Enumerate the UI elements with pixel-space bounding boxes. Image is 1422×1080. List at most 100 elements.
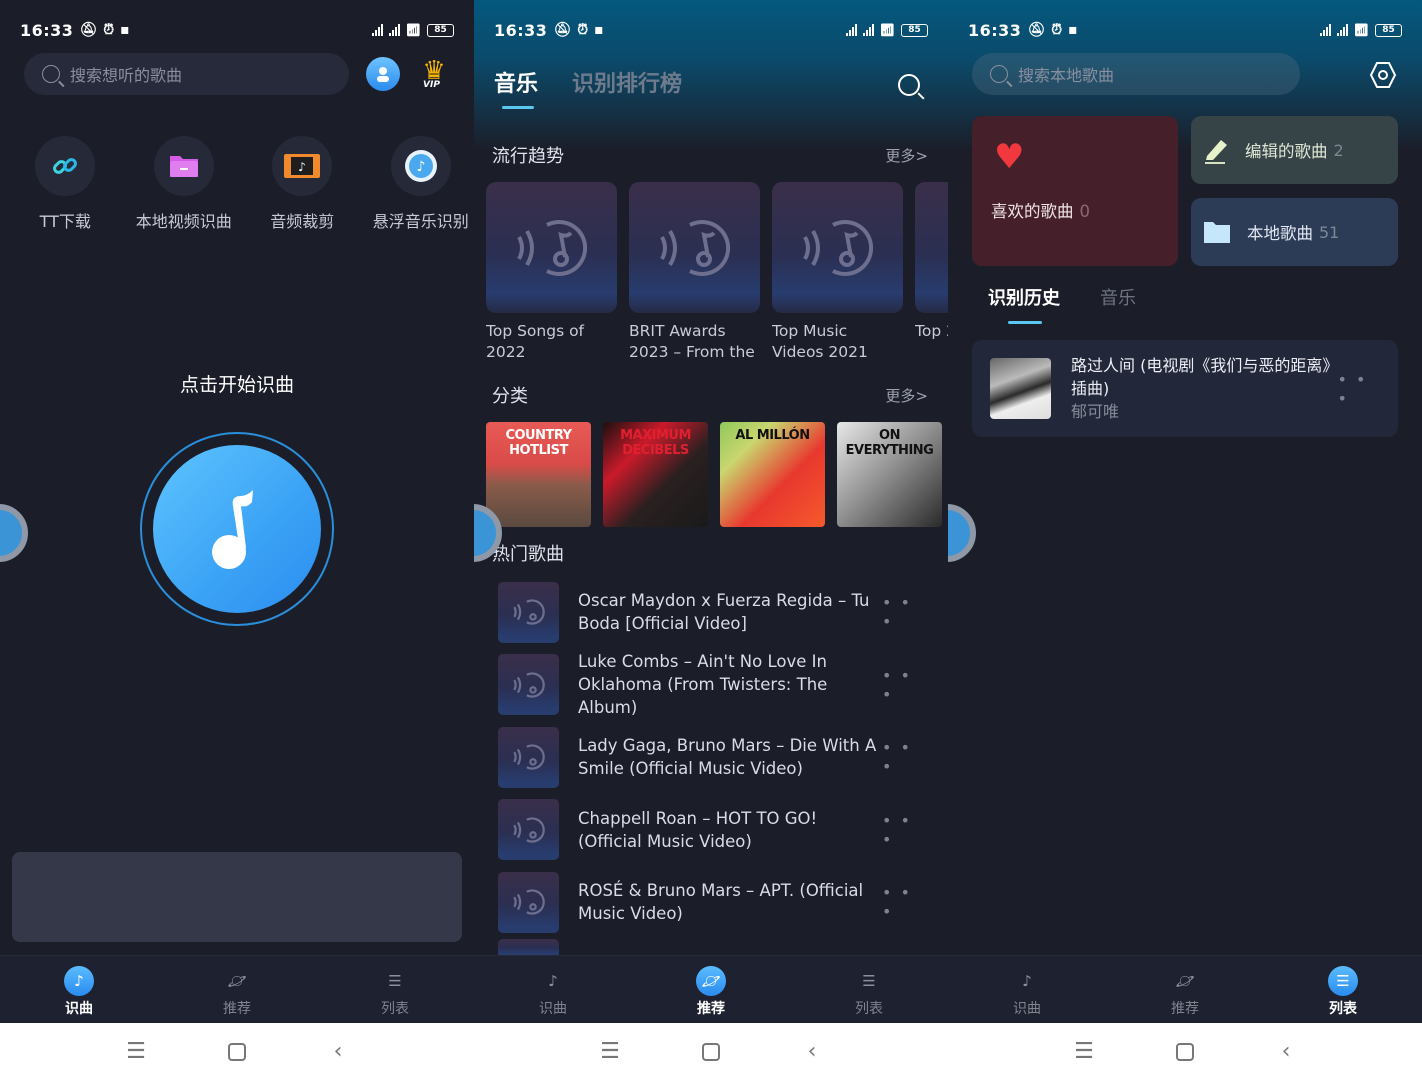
list-tabs: 识别历史 音乐 (988, 284, 1136, 310)
placeholder-music-icon (498, 581, 559, 643)
mute-icon: 🔕︎ (79, 22, 98, 38)
trending-card[interactable]: Top 2021 (915, 182, 948, 363)
recognize-button[interactable] (140, 432, 334, 626)
category-card[interactable]: COUNTRY HOTLIST (486, 422, 591, 527)
trending-card[interactable]: Top Music Videos 2021 (772, 182, 903, 363)
status-bar: 16:33 🔕︎ ⏰︎ ▪ 📶︎ 85 (474, 0, 948, 60)
menu-icon[interactable]: ☰ (1072, 1039, 1096, 1064)
ad-banner[interactable] (12, 852, 462, 942)
tab-list[interactable]: ☰ 列表 (1264, 956, 1422, 1023)
category-card[interactable]: AL MILLÓN (720, 422, 825, 527)
song-row[interactable]: ROSÉ & Bruno Mars – APT. (Official Music… (498, 866, 928, 939)
song-title: Lady Gaga, Bruno Mars – Die With A Smile… (578, 736, 877, 779)
history-title: 路过人间 (电视剧《我们与恶的距离》插曲) (1071, 355, 1331, 398)
card-count: 51 (1319, 222, 1340, 242)
tab-history[interactable]: 识别历史 (988, 284, 1060, 310)
placeholder-music-icon (498, 799, 559, 861)
section-title: 分类 (492, 386, 528, 407)
alarm-icon: ⏰︎ (577, 22, 589, 38)
heart-icon: ♥ (994, 137, 1025, 177)
floating-recognize-button[interactable] (0, 504, 28, 562)
song-row[interactable]: Lady Gaga, Bruno Mars – Die With A Smile… (498, 721, 928, 794)
tab-label: 推荐 (697, 1001, 725, 1017)
tool-label: 悬浮音乐识别 (372, 212, 469, 231)
song-title: Oscar Maydon x Fuerza Regida – Tu Boda [… (578, 591, 870, 634)
edited-songs-card[interactable]: 编辑的歌曲 2 (1191, 116, 1398, 184)
tab-music[interactable]: 音乐 (494, 66, 538, 98)
song-row[interactable]: Oscar Maydon x Fuerza Regida – Tu Boda [… (498, 576, 928, 649)
tab-recommend[interactable]: 🪐︎ 推荐 (158, 956, 316, 1023)
tab-indicator (1008, 321, 1042, 324)
list-heart-icon: ☰ (862, 972, 876, 990)
category-card[interactable]: MAXIMUM DECIBELS (603, 422, 708, 527)
mute-icon: 🔕︎ (1027, 22, 1046, 38)
home-icon[interactable] (228, 1042, 246, 1061)
tool-tt-download[interactable]: TT下载 (12, 136, 119, 232)
recognize-icon: ♪ (64, 966, 94, 996)
category-card[interactable]: ON EVERYTHING (837, 422, 942, 527)
svg-text:♪: ♪ (416, 159, 425, 175)
more-link[interactable]: 更多> (885, 385, 928, 406)
placeholder-music-icon (486, 182, 617, 313)
tab-recognize[interactable]: ♪ 识曲 (0, 956, 158, 1023)
status-bar: 16:33 🔕︎ ⏰︎ ▪ 📶︎ 85 (948, 0, 1422, 60)
tab-label: 推荐 (223, 1001, 251, 1017)
menu-icon[interactable]: ☰ (598, 1039, 622, 1064)
tab-recognize[interactable]: ♪ 识曲 (474, 956, 632, 1023)
local-search-input[interactable]: 搜索本地歌曲 (972, 53, 1300, 95)
wifi-icon: 📶︎ (405, 23, 421, 37)
search-input[interactable]: 搜索想听的歌曲 (24, 53, 349, 95)
battery-icon: 85 (427, 23, 454, 37)
more-link[interactable]: 更多> (885, 145, 928, 166)
tab-list[interactable]: ☰ 列表 (316, 956, 474, 1023)
more-options-icon[interactable]: • • • (882, 593, 928, 631)
tab-ranking[interactable]: 识别排行榜 (572, 66, 682, 98)
tools-row: TT下载 本地视频识曲 ♪ 音频裁剪 ♪ 悬浮音乐识别 (0, 136, 474, 232)
tab-recommend[interactable]: 🪐︎ 推荐 (1106, 956, 1264, 1023)
tab-recognize[interactable]: ♪ 识曲 (948, 956, 1106, 1023)
trending-card[interactable]: BRIT Awards 2023 – From the (629, 182, 760, 363)
trending-card[interactable]: Top Songs of 2022 (486, 182, 617, 363)
bottom-tab-bar: ♪ 识曲 🪐︎ 推荐 ☰ 列表 (474, 955, 948, 1023)
tab-recommend[interactable]: 🪐︎ 推荐 (632, 956, 790, 1023)
local-songs-card[interactable]: 本地歌曲 51 (1191, 198, 1398, 266)
tool-local-video[interactable]: 本地视频识曲 (131, 136, 238, 232)
more-options-icon[interactable]: • • • (882, 883, 928, 921)
folder-icon (1204, 222, 1230, 243)
search-icon[interactable] (898, 74, 920, 96)
song-row[interactable]: Luke Combs – Ain't No Love In Oklahoma (… (498, 649, 928, 722)
assistant-avatar-button[interactable] (366, 57, 400, 91)
more-options-icon[interactable]: • • • (1337, 370, 1382, 408)
home-icon[interactable] (702, 1042, 720, 1061)
recognize-icon: ♪ (548, 972, 558, 990)
more-options-icon[interactable]: • • • (882, 738, 928, 776)
settings-icon[interactable] (1369, 61, 1397, 89)
tab-label: 列表 (381, 1001, 409, 1017)
placeholder-music-icon (629, 182, 760, 313)
song-title: Chappell Roan – HOT TO GO! (Official Mus… (578, 808, 818, 851)
tool-audio-trim[interactable]: ♪ 音频裁剪 (249, 136, 356, 232)
vip-button[interactable]: ♛ VIP (414, 58, 454, 90)
tool-floating-recognize[interactable]: ♪ 悬浮音乐识别 (368, 136, 475, 232)
menu-icon[interactable]: ☰ (124, 1039, 148, 1064)
tab-music[interactable]: 音乐 (1100, 284, 1136, 310)
back-icon[interactable]: ‹ (1274, 1039, 1298, 1064)
placeholder-music-icon (772, 182, 903, 313)
back-icon[interactable]: ‹ (800, 1039, 824, 1064)
home-icon[interactable] (1176, 1042, 1194, 1061)
floating-recognize-button[interactable] (948, 504, 976, 562)
trending-title: Top 2021 (915, 322, 948, 340)
tab-list[interactable]: ☰ 列表 (790, 956, 948, 1023)
link-icon (53, 158, 78, 174)
back-icon[interactable]: ‹ (326, 1039, 350, 1064)
category-cover-text: COUNTRY HOTLIST (505, 428, 572, 458)
more-options-icon[interactable]: • • • (882, 811, 928, 849)
list-heart-icon: ☰ (1328, 966, 1358, 996)
more-options-icon[interactable]: • • • (882, 666, 928, 704)
favorites-card[interactable]: ♥ 喜欢的歌曲 0 (972, 116, 1178, 266)
search-icon (42, 65, 60, 83)
song-title: Luke Combs – Ain't No Love In Oklahoma (… (578, 652, 828, 718)
song-row[interactable]: Chappell Roan – HOT TO GO! (Official Mus… (498, 794, 928, 867)
history-item[interactable]: 路过人间 (电视剧《我们与恶的距离》插曲) 郁可唯 • • • (972, 340, 1398, 437)
screen-list: 16:33 🔕︎ ⏰︎ ▪ 📶︎ 85 搜索本地歌曲 ♥ 喜欢的歌曲 0 编辑的歌曲 2… (948, 0, 1422, 1080)
